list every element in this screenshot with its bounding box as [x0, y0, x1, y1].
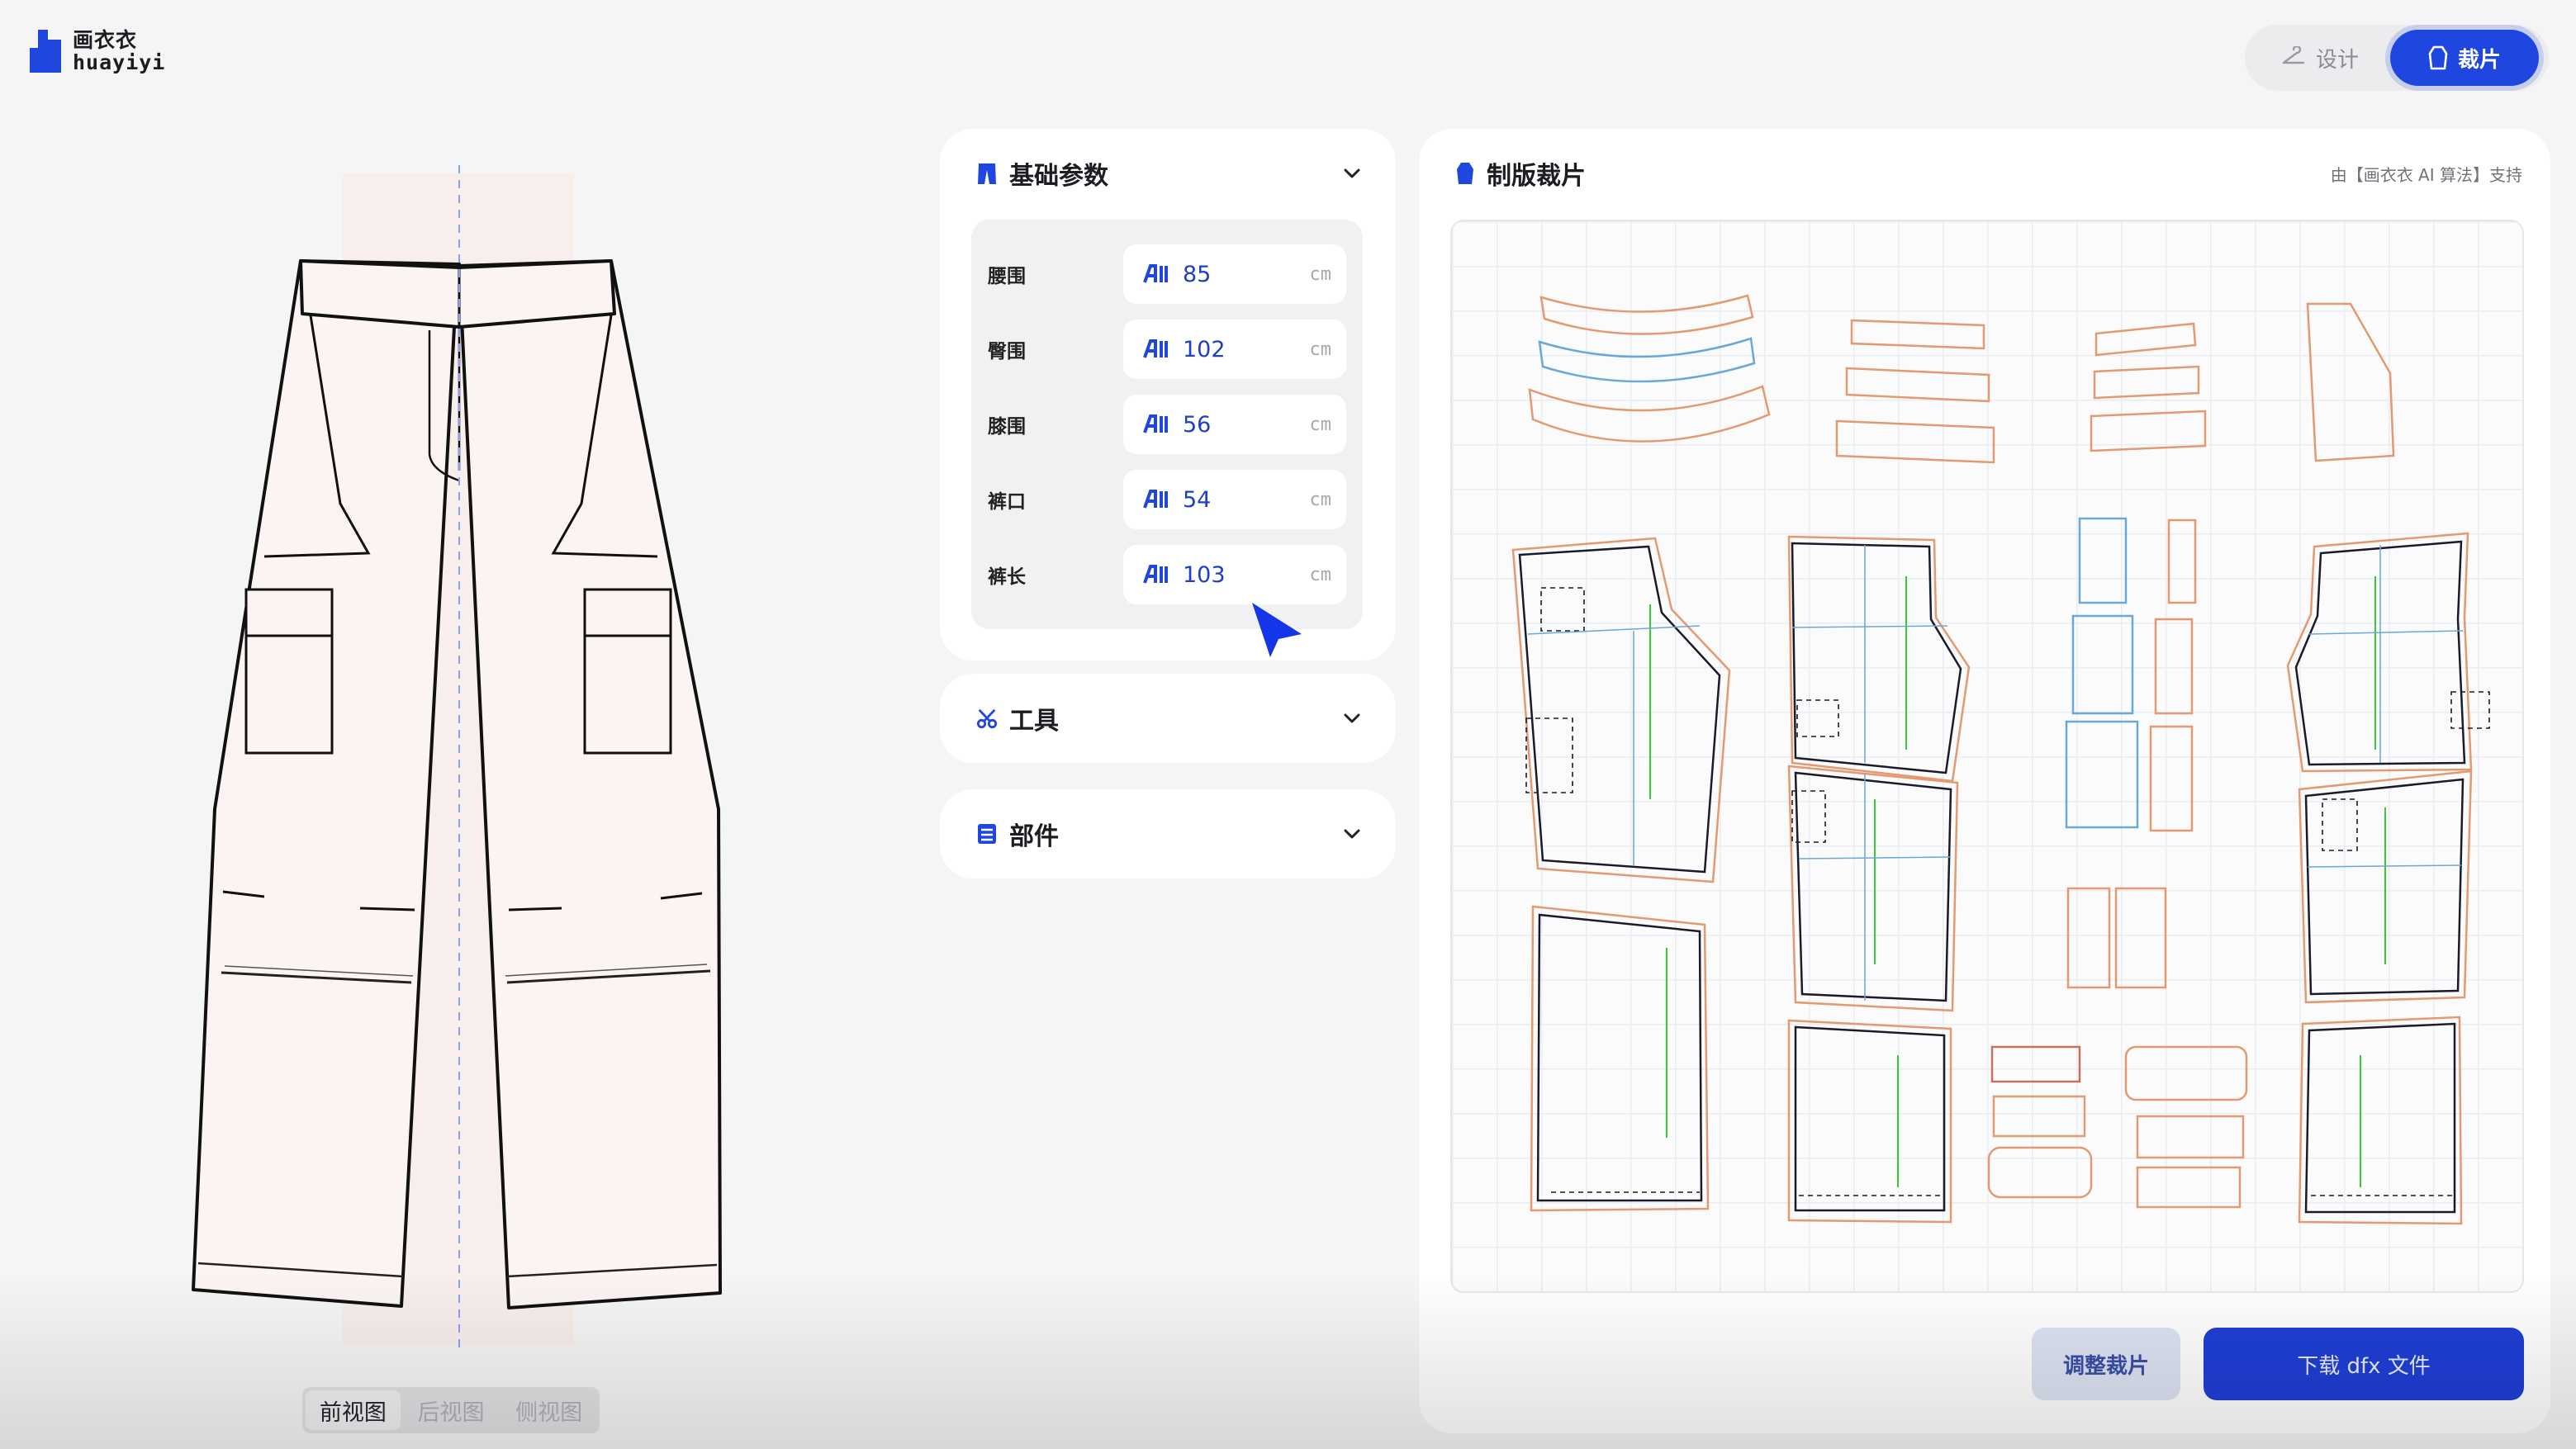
waistband-pieces [1528, 294, 2395, 464]
param-unit: cm [1309, 414, 1332, 435]
length-input[interactable]: 103 cm [1123, 545, 1346, 604]
cut-mode-button[interactable]: 裁片 [2390, 30, 2539, 86]
pattern-pieces [1511, 294, 2490, 1225]
hip-input[interactable]: 102 cm [1123, 320, 1346, 379]
param-unit: cm [1309, 339, 1332, 360]
design-mode-button[interactable]: 设计 [2250, 30, 2390, 86]
param-label: 裤口 [988, 491, 1026, 513]
front-leg-pieces [1511, 535, 1971, 1224]
param-value: 103 [1183, 561, 1226, 588]
pattern-canvas[interactable] [1450, 220, 2524, 1293]
trousers-front-view [192, 165, 722, 1354]
seam-details [1525, 587, 2490, 1196]
pocket-pieces [1987, 517, 2248, 1209]
param-label: 臀围 [988, 341, 1026, 362]
logo-text: 画衣衣 huayiyi [73, 30, 165, 73]
param-row-length: 裤长 103 cm [988, 545, 1350, 604]
param-label: 膝围 [988, 416, 1026, 438]
parts-panel-header[interactable]: 部件 [976, 789, 1363, 878]
reference-lines [1527, 545, 2464, 1001]
tab-back-view[interactable]: 后视图 [404, 1390, 499, 1430]
params-panel-header[interactable]: 基础参数 [976, 129, 1363, 218]
back-leg-pieces [2286, 532, 2473, 1225]
pattern-credit: 由【画衣衣 AI 算法】支持 [2330, 164, 2522, 185]
waistband [299, 259, 616, 329]
ai-icon [1143, 414, 1168, 433]
pattern-panel-title: 制版裁片 [1487, 162, 1586, 191]
ai-icon [1143, 264, 1168, 283]
parts-panel[interactable]: 部件 [940, 789, 1396, 878]
chevron-down-icon[interactable] [1341, 163, 1363, 184]
param-row-knee: 膝围 56 cm [988, 395, 1350, 454]
parts-panel-title: 部件 [1009, 822, 1059, 851]
adjust-pieces-button[interactable]: 调整裁片 [2032, 1328, 2180, 1400]
design-mode-label: 设计 [2315, 47, 2359, 73]
cut-mode-label: 裁片 [2457, 47, 2501, 73]
chevron-down-icon[interactable] [1341, 823, 1363, 845]
mouse-cursor-icon [1252, 603, 1302, 657]
param-row-waist: 腰围 85 cm [988, 244, 1350, 304]
param-label: 裤长 [988, 566, 1026, 588]
tab-front-view[interactable]: 前视图 [306, 1390, 401, 1430]
hem-input[interactable]: 54 cm [1123, 470, 1346, 529]
ai-icon [1143, 565, 1168, 584]
logo-cn: 画衣衣 [73, 28, 138, 52]
pattern-icon [1457, 163, 1473, 184]
param-unit: cm [1309, 263, 1332, 285]
knee-input[interactable]: 56 cm [1123, 395, 1346, 454]
mode-toggle: 设计 裁片 [2245, 25, 2549, 91]
pattern-icon [2428, 45, 2448, 70]
tools-panel-header[interactable]: 工具 [976, 674, 1363, 763]
logo-en: huayiyi [73, 50, 166, 74]
parts-icon [978, 824, 996, 844]
pattern-panel: 制版裁片 由【画衣衣 AI 算法】支持 [1419, 129, 2550, 1433]
params-panel-title: 基础参数 [1009, 162, 1108, 191]
ai-icon [1143, 490, 1168, 509]
ai-icon [1143, 339, 1168, 358]
logo-icon [30, 30, 61, 73]
app-logo[interactable]: 画衣衣 huayiyi [30, 30, 165, 73]
param-row-hem: 裤口 54 cm [988, 470, 1350, 529]
hanger-icon [2282, 46, 2305, 64]
scissors-icon [976, 708, 998, 729]
param-value: 56 [1183, 411, 1212, 438]
param-value: 102 [1183, 336, 1226, 362]
tools-panel-title: 工具 [1009, 707, 1059, 736]
param-label: 腰围 [988, 266, 1026, 287]
pattern-panel-header: 制版裁片 由【画衣衣 AI 算法】支持 [1455, 129, 2522, 218]
param-value: 85 [1183, 261, 1212, 287]
params-list: 腰围 85 cm 臀围 102 cm 膝围 56 cm 裤口 54 cm 裤长 … [971, 220, 1363, 629]
params-panel: 基础参数 腰围 85 cm 臀围 102 cm 膝围 56 cm 裤口 54 c… [940, 129, 1396, 661]
download-dfx-button[interactable]: 下载 dfx 文件 [2204, 1328, 2524, 1400]
trousers-icon [978, 163, 996, 184]
waist-input[interactable]: 85 cm [1123, 244, 1346, 304]
view-tabs: 前视图 后视图 侧视图 [302, 1387, 600, 1433]
tab-side-view[interactable]: 侧视图 [501, 1390, 596, 1430]
chevron-down-icon[interactable] [1341, 708, 1363, 729]
param-unit: cm [1309, 564, 1332, 585]
param-unit: cm [1309, 489, 1332, 510]
param-row-hip: 臀围 102 cm [988, 320, 1350, 379]
tools-panel[interactable]: 工具 [940, 674, 1396, 763]
param-value: 54 [1183, 486, 1212, 513]
